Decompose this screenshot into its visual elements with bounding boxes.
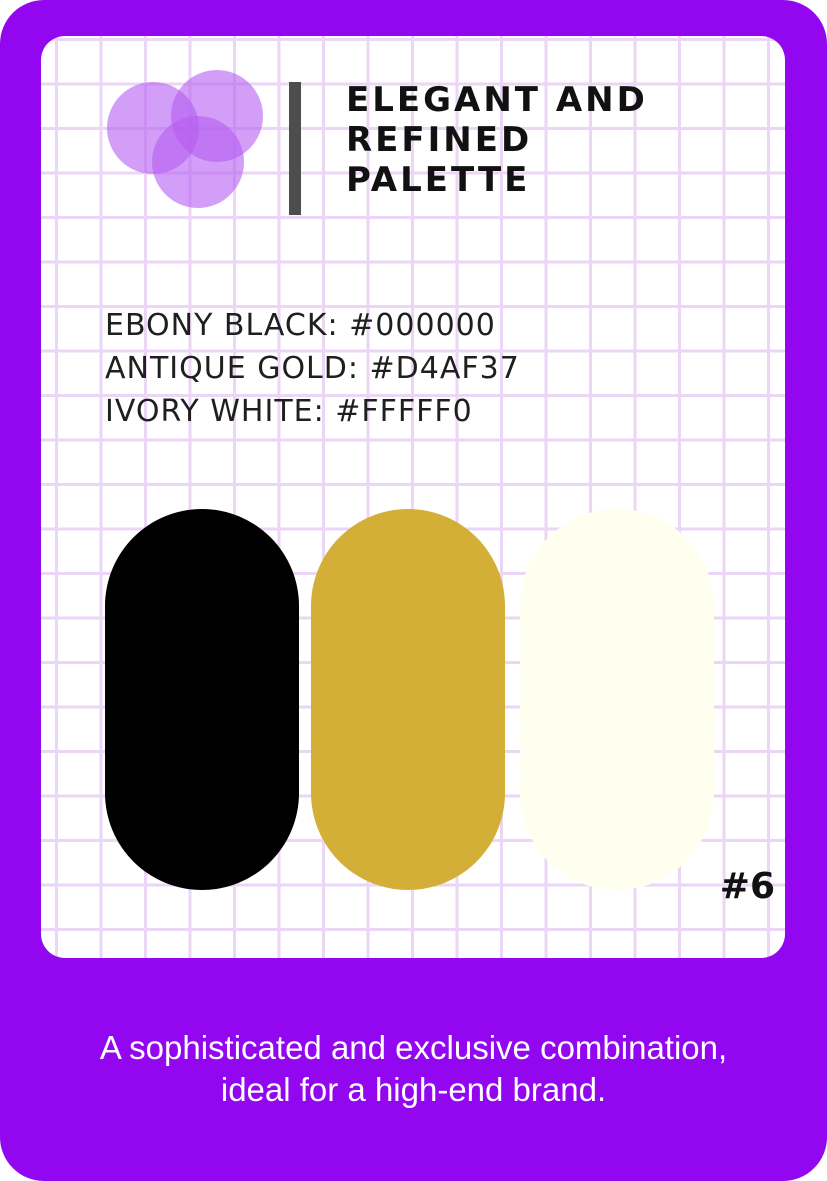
palette-number: #6 <box>719 866 775 907</box>
color-code-list: EBONY BLACK: #000000 ANTIQUE GOLD: #D4AF… <box>105 304 520 433</box>
color-code-ebony-black: EBONY BLACK: #000000 <box>105 308 496 343</box>
swatch-row <box>105 509 715 891</box>
caption-line-2: ideal for a high-end brand. <box>220 1071 607 1108</box>
color-code-antique-gold: ANTIQUE GOLD: #D4AF37 <box>105 351 520 386</box>
palette-title: ELEGANT AND REFINED PALETTE <box>346 80 648 200</box>
three-circles-logo-icon <box>106 70 266 230</box>
caption-line-1: A sophisticated and exclusive combinatio… <box>99 1029 728 1066</box>
title-divider-bar <box>289 82 301 215</box>
swatch-ebony-black <box>105 509 299 890</box>
swatch-ivory-white <box>520 509 714 890</box>
title-line-3: PALETTE <box>346 160 531 200</box>
swatch-antique-gold <box>311 509 505 890</box>
logo-circle-bottom <box>152 116 244 208</box>
palette-card: ELEGANT AND REFINED PALETTE EBONY BLACK:… <box>0 0 827 1181</box>
title-line-1: ELEGANT AND <box>346 80 648 120</box>
color-code-ivory-white: IVORY WHITE: #FFFFF0 <box>105 394 473 429</box>
palette-caption: A sophisticated and exclusive combinatio… <box>20 1027 807 1111</box>
title-line-2: REFINED <box>346 120 533 160</box>
grid-panel: ELEGANT AND REFINED PALETTE EBONY BLACK:… <box>41 36 785 958</box>
